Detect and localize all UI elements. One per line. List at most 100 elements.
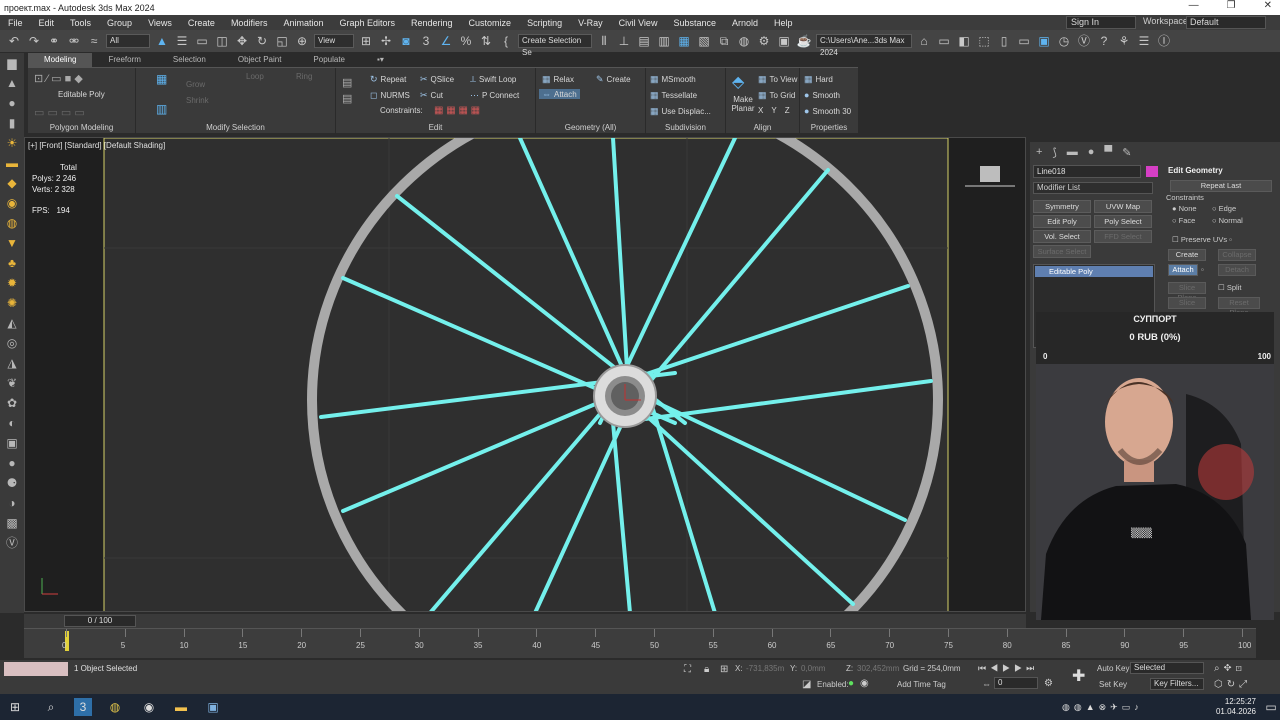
current-frame-field[interactable]: 0 (994, 677, 1038, 689)
scale-icon[interactable]: ◱ (274, 33, 290, 49)
cylinder-icon[interactable]: ▮ (0, 113, 24, 133)
time-configuration-icon[interactable]: ◷ (1056, 33, 1072, 49)
x-label[interactable]: X (758, 106, 763, 115)
auto-key-button[interactable]: Auto Key (1097, 664, 1129, 673)
search-icon[interactable]: ⌕ (42, 698, 60, 716)
help-icon[interactable]: ? (1096, 33, 1112, 49)
project-folder-icon[interactable]: ⌂ (916, 33, 932, 49)
set-key-button[interactable]: Set Key (1099, 680, 1127, 689)
vray-frame-buffer-icon[interactable]: Ⓘ (1156, 33, 1172, 49)
sun-icon[interactable]: ✹ (0, 273, 24, 293)
named-selection-set-dropdown[interactable]: Create Selection Se (518, 34, 592, 57)
menu-edit[interactable]: Edit (31, 18, 63, 28)
close-button[interactable]: ✕ (1264, 0, 1272, 11)
menu-customize[interactable]: Customize (461, 18, 520, 28)
poly-select-button[interactable]: Poly Select (1094, 215, 1152, 228)
ffd-select-button[interactable]: FFD Select (1094, 230, 1152, 243)
modify-selection-label[interactable]: Modify Selection (136, 123, 335, 132)
z-label[interactable]: Z (785, 106, 790, 115)
teapot-icon[interactable]: ◆ (0, 173, 24, 193)
preserve-uvs-checkbox[interactable]: ☐ Preserve UVs ▫ (1172, 235, 1232, 244)
terrain-icon[interactable]: ◮ (0, 353, 24, 373)
adaptive-degradation-icon[interactable]: ◉ (860, 678, 869, 689)
camera-icon[interactable]: ▬ (0, 153, 24, 173)
ring-button[interactable]: Ring (296, 72, 312, 81)
bind-space-warp-icon[interactable]: ≈ (86, 33, 102, 49)
to-grid-button[interactable]: ▦ To Grid (758, 90, 795, 101)
hard-button[interactable]: ▦ Hard (804, 74, 833, 85)
torus-icon[interactable]: ◎ (0, 333, 24, 353)
menu-modifiers[interactable]: Modifiers (223, 18, 276, 28)
create-tab-icon[interactable]: + (1036, 146, 1042, 159)
navigation-icons[interactable]: ⌕✥⊡ (1214, 663, 1246, 674)
subdivision-label[interactable]: Subdivision (646, 123, 725, 132)
geometry-label[interactable]: Geometry (All) (536, 123, 645, 132)
helper-icon[interactable]: ◉ (0, 193, 24, 213)
constraint-normal-radio[interactable]: ○ Normal (1212, 216, 1243, 225)
angle-snap-icon[interactable]: ∠ (438, 33, 454, 49)
utilities-tab-icon[interactable]: ✎ (1122, 146, 1131, 159)
menu-rendering[interactable]: Rendering (403, 18, 461, 28)
use-displacement-button[interactable]: ▦ Use Displac... (650, 106, 711, 117)
lock-icon[interactable]: ▯ (996, 33, 1012, 49)
menu-create[interactable]: Create (180, 18, 223, 28)
tab-object-paint[interactable]: Object Paint (222, 53, 298, 67)
collapse-button[interactable]: Collapse (1218, 249, 1256, 261)
menu-group[interactable]: Group (99, 18, 140, 28)
remote-desktop-icon[interactable]: ▣ (204, 698, 222, 716)
to-view-button[interactable]: ▦ To View (758, 74, 797, 85)
polygon-modeling-label[interactable]: Polygon Modeling (28, 123, 135, 132)
swift-loop-button[interactable]: ⟂ Swift Loop (470, 74, 516, 85)
chrome-icon[interactable]: ◍ (106, 698, 124, 716)
selection-lock-icon[interactable]: 🔒︎ (704, 664, 709, 675)
hierarchy-tab-icon[interactable]: ▬ (1067, 146, 1078, 159)
vray-proxy-icon[interactable]: ▣ (0, 433, 24, 453)
menu-file[interactable]: File (0, 18, 31, 28)
undo-icon[interactable]: ↶ (6, 33, 22, 49)
unlink-icon[interactable]: ⚮ (66, 33, 82, 49)
menu-help[interactable]: Help (766, 18, 801, 28)
playback-controls-icons[interactable]: ⏮◀▶▶⏭ (978, 663, 1038, 674)
xyz-buttons[interactable]: XYZ (758, 106, 790, 115)
symmetry-button[interactable]: Symmetry (1033, 200, 1091, 213)
key-filters-button[interactable]: Key Filters... (1150, 678, 1204, 690)
make-planar-label[interactable]: Make Planar (728, 95, 758, 113)
editable-poly-label[interactable]: Editable Poly (58, 90, 105, 99)
mirror-icon[interactable]: ⫴ (596, 33, 612, 49)
isolate-icon[interactable]: ⛶ (684, 664, 691, 675)
nurms-button[interactable]: ◻ NURMS (370, 90, 410, 101)
ribbon-options-icon[interactable]: ▪▾ (361, 53, 400, 67)
select-by-name-icon[interactable]: ☰ (174, 33, 190, 49)
taskbar-clock[interactable]: 12:25:27 01.04.2026 (1216, 697, 1256, 717)
menu-tools[interactable]: Tools (62, 18, 99, 28)
slice-button[interactable]: Slice (1168, 297, 1206, 309)
workspaces-dropdown[interactable]: Default (1186, 16, 1266, 29)
asset-tracking-icon[interactable]: ⚘ (1116, 33, 1132, 49)
3dsmax-taskbar-icon[interactable]: 3 (74, 698, 92, 716)
tab-populate[interactable]: Populate (297, 53, 361, 67)
shrink-button[interactable]: Shrink (186, 96, 209, 105)
msmooth-button[interactable]: ▦ MSmooth (650, 74, 696, 85)
constraints-icons[interactable]: ▦ ▦ ▦ ▦ (434, 105, 480, 116)
menu-animation[interactable]: Animation (275, 18, 331, 28)
tessellate-button[interactable]: ▦ Tessellate (650, 90, 697, 101)
system-tray-icons[interactable]: ◍◍▲⊗✈▭♪ (1062, 698, 1182, 716)
track-bar[interactable]: 0 5 10 15 20 25 30 35 40 45 50 55 60 65 70 75 80 85 90 95 10… (24, 628, 1256, 658)
object-name-field[interactable]: Line018 (1033, 165, 1141, 178)
material-editor-icon[interactable]: ◍ (736, 33, 752, 49)
modifier-list-dropdown[interactable]: Modifier List (1033, 182, 1153, 194)
select-object-icon[interactable]: ▲ (154, 33, 170, 49)
menu-scripting[interactable]: Scripting (519, 18, 570, 28)
motion-tab-icon[interactable]: ● (1088, 146, 1095, 159)
render-setup-icon[interactable]: ⚙ (756, 33, 772, 49)
align-label[interactable]: Align (726, 123, 799, 132)
curve-editor-icon[interactable]: ▧ (696, 33, 712, 49)
move-icon[interactable]: ✥ (234, 33, 250, 49)
time-configuration-icon-status[interactable]: ⚙ (1044, 678, 1053, 689)
time-slider[interactable]: 0 / 100 (24, 614, 1026, 628)
time-slider-frame[interactable]: 0 / 100 (64, 615, 136, 627)
group-icon[interactable]: ⚈ (0, 473, 24, 493)
edit-named-selection-icon[interactable]: { (498, 33, 514, 49)
attach-list-icon[interactable]: ▫ (1201, 265, 1204, 274)
plane-icon[interactable]: ▲ (0, 73, 24, 93)
